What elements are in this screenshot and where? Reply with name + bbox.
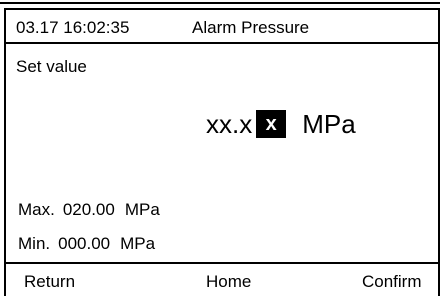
- footer-bar: Return Home Confirm: [6, 262, 438, 296]
- header-bar: 03.17 16:02:35 Alarm Pressure: [6, 10, 438, 44]
- max-label: Max.: [18, 200, 55, 219]
- top-rule: [0, 2, 440, 4]
- page-title: Alarm Pressure: [192, 18, 310, 37]
- min-value: 000.00: [58, 234, 111, 253]
- max-value: 020.00: [62, 200, 115, 219]
- min-limit: Min. 000.00 MPa: [18, 234, 155, 254]
- set-value-label: Set value: [16, 57, 87, 76]
- min-unit: MPa: [120, 234, 156, 253]
- value-digits: xx.x: [206, 108, 253, 139]
- max-unit: MPa: [124, 200, 160, 219]
- alarm-pressure-screen: 03.17 16:02:35 Alarm Pressure Set value …: [0, 0, 440, 296]
- max-limit: Max. 020.00 MPa: [18, 200, 160, 220]
- edit-cursor-digit[interactable]: x: [256, 110, 287, 138]
- return-button[interactable]: Return: [24, 272, 75, 292]
- value-unit: MPa: [302, 108, 356, 139]
- datetime: 03.17 16:02:35: [16, 18, 130, 37]
- home-button[interactable]: Home: [206, 272, 251, 292]
- set-value-field[interactable]: xx.x x MPa: [206, 108, 356, 140]
- confirm-button[interactable]: Confirm: [362, 272, 422, 292]
- min-label: Min.: [18, 234, 51, 253]
